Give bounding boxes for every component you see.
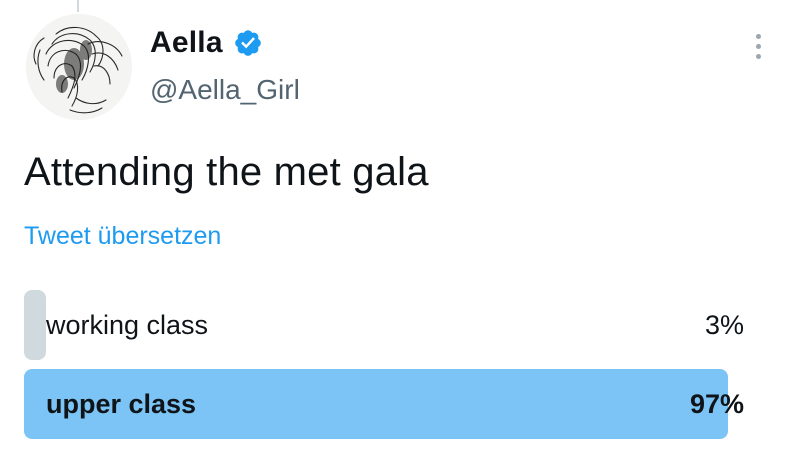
more-vertical-icon-dot	[755, 43, 761, 49]
poll-option-percent: 3%	[704, 310, 744, 340]
poll: working class 3% upper class 97%	[24, 290, 750, 448]
poll-option-percent: 97%	[689, 389, 744, 419]
author-name-row: Aella	[150, 25, 263, 61]
thread-connector-line	[77, 0, 79, 12]
more-vertical-icon-dot	[755, 53, 761, 59]
verified-badge-icon	[233, 28, 263, 58]
tweet-text: Attending the met gala	[24, 150, 429, 194]
avatar[interactable]	[26, 14, 132, 120]
author-display-name[interactable]: Aella	[150, 25, 223, 61]
poll-option-working-class: working class 3%	[24, 290, 750, 360]
more-vertical-icon	[755, 33, 761, 39]
more-options-button[interactable]	[744, 26, 772, 66]
poll-result-bar	[24, 290, 46, 360]
poll-option-label: upper class	[46, 389, 197, 419]
translate-tweet-link[interactable]: Tweet übersetzen	[24, 220, 221, 252]
poll-option-label: working class	[46, 310, 209, 340]
author-handle[interactable]: @Aella_Girl	[150, 72, 300, 108]
poll-option-upper-class: upper class 97%	[24, 369, 750, 439]
sketch-portrait-avatar-icon	[26, 14, 132, 120]
